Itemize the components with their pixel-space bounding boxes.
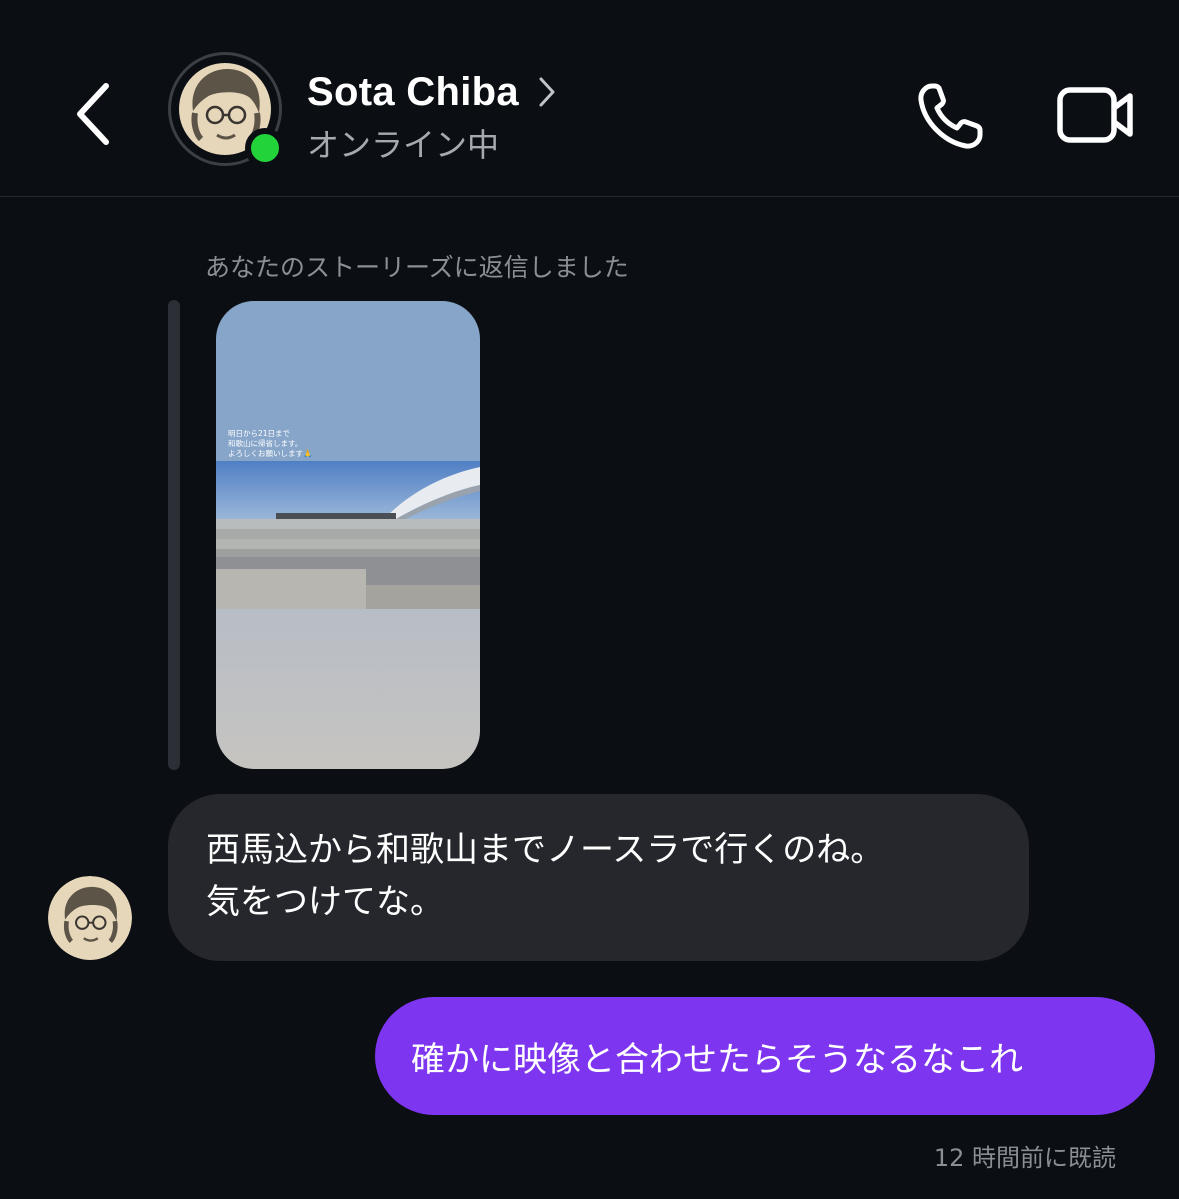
contact-name-link[interactable]: Sota Chiba <box>307 66 557 118</box>
message-text: 確かに映像と合わせたらそうなるなこれ <box>411 1039 1023 1080</box>
sender-avatar[interactable] <box>48 876 132 960</box>
story-photo <box>216 461 480 609</box>
chevron-left-icon <box>77 83 109 145</box>
online-status-dot <box>245 128 285 168</box>
phone-icon <box>918 83 983 149</box>
story-bottom-fill <box>216 609 480 769</box>
story-caption-line: 和歌山に帰省します。 <box>228 439 303 448</box>
message-line: 西馬込から和歌山までノースラで行くのね。 <box>206 830 885 870</box>
story-caption-line: 明日から21日まで <box>228 429 291 438</box>
chevron-right-icon <box>539 77 555 107</box>
outgoing-message-bubble[interactable]: 確かに映像と合わせたらそうなるなこれ <box>375 997 1155 1115</box>
back-button[interactable] <box>62 78 126 150</box>
contact-name: Sota Chiba <box>307 69 519 114</box>
message-line: 気をつけてな。 <box>206 882 444 922</box>
online-status-text: オンライン中 <box>307 126 500 164</box>
avatar-illustration <box>48 876 132 960</box>
story-caption-line: よろしくお願いします🙏 <box>228 449 313 458</box>
story-preview[interactable]: 明日から21日まで 和歌山に帰省します。 よろしくお願いします🙏 <box>216 301 480 769</box>
video-call-button[interactable] <box>1054 82 1138 148</box>
chat-header: Sota Chiba オンライン中 <box>0 0 1179 197</box>
audio-call-button[interactable] <box>912 78 992 154</box>
incoming-message-bubble[interactable]: 西馬込から和歌山までノースラで行くのね。 気をつけてな。 <box>168 794 1029 961</box>
story-reply-note: あなたのストーリーズに返信しました <box>205 253 629 282</box>
quote-bar <box>168 300 180 770</box>
video-camera-icon <box>1057 87 1133 143</box>
story-caption: 明日から21日まで 和歌山に帰省します。 よろしくお願いします🙏 <box>228 429 312 459</box>
read-receipt: 12 時間前に既読 <box>933 1144 1116 1172</box>
